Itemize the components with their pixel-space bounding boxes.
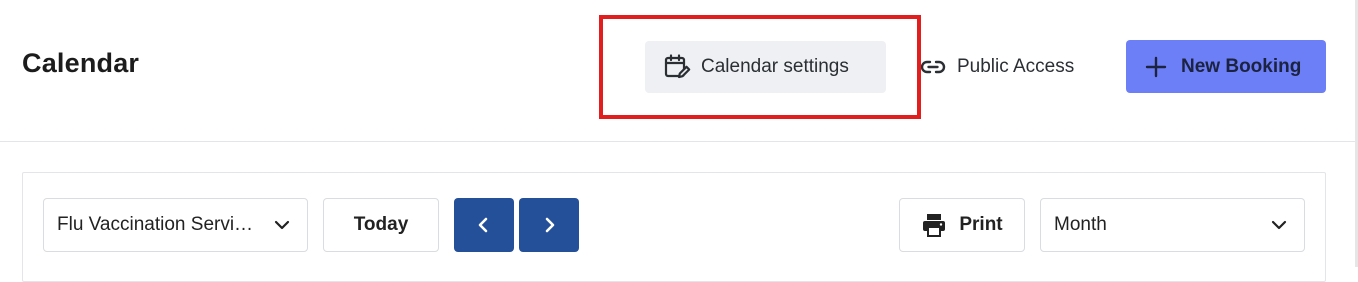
new-booking-label: New Booking	[1181, 55, 1302, 77]
public-access-link[interactable]: Public Access	[920, 48, 1074, 86]
print-button[interactable]: Print	[899, 198, 1025, 252]
printer-icon	[923, 214, 946, 237]
calendar-settings-button[interactable]: Calendar settings	[645, 41, 886, 93]
calendar-edit-icon	[664, 54, 691, 79]
next-button[interactable]	[519, 198, 579, 252]
previous-button[interactable]	[454, 198, 514, 252]
page-header: Calendar Calendar settings Public Access…	[0, 0, 1358, 142]
chevron-left-icon	[478, 217, 488, 233]
public-access-label: Public Access	[957, 56, 1075, 77]
today-label: Today	[353, 214, 409, 235]
view-select-value: Month	[1054, 214, 1107, 235]
today-button[interactable]: Today	[323, 198, 439, 252]
plus-icon	[1145, 56, 1167, 77]
calendar-settings-label: Calendar settings	[701, 56, 849, 77]
view-select[interactable]: Month	[1040, 198, 1305, 252]
service-select[interactable]: Flu Vaccination Servi…	[43, 198, 308, 252]
service-select-value: Flu Vaccination Servi…	[57, 214, 254, 235]
page-title: Calendar	[22, 48, 140, 78]
new-booking-button[interactable]: New Booking	[1126, 40, 1326, 93]
chevron-down-icon	[1271, 220, 1287, 230]
chevron-down-icon	[274, 220, 290, 230]
chevron-right-icon	[545, 217, 555, 233]
link-icon	[920, 60, 946, 74]
print-label: Print	[959, 214, 1003, 235]
